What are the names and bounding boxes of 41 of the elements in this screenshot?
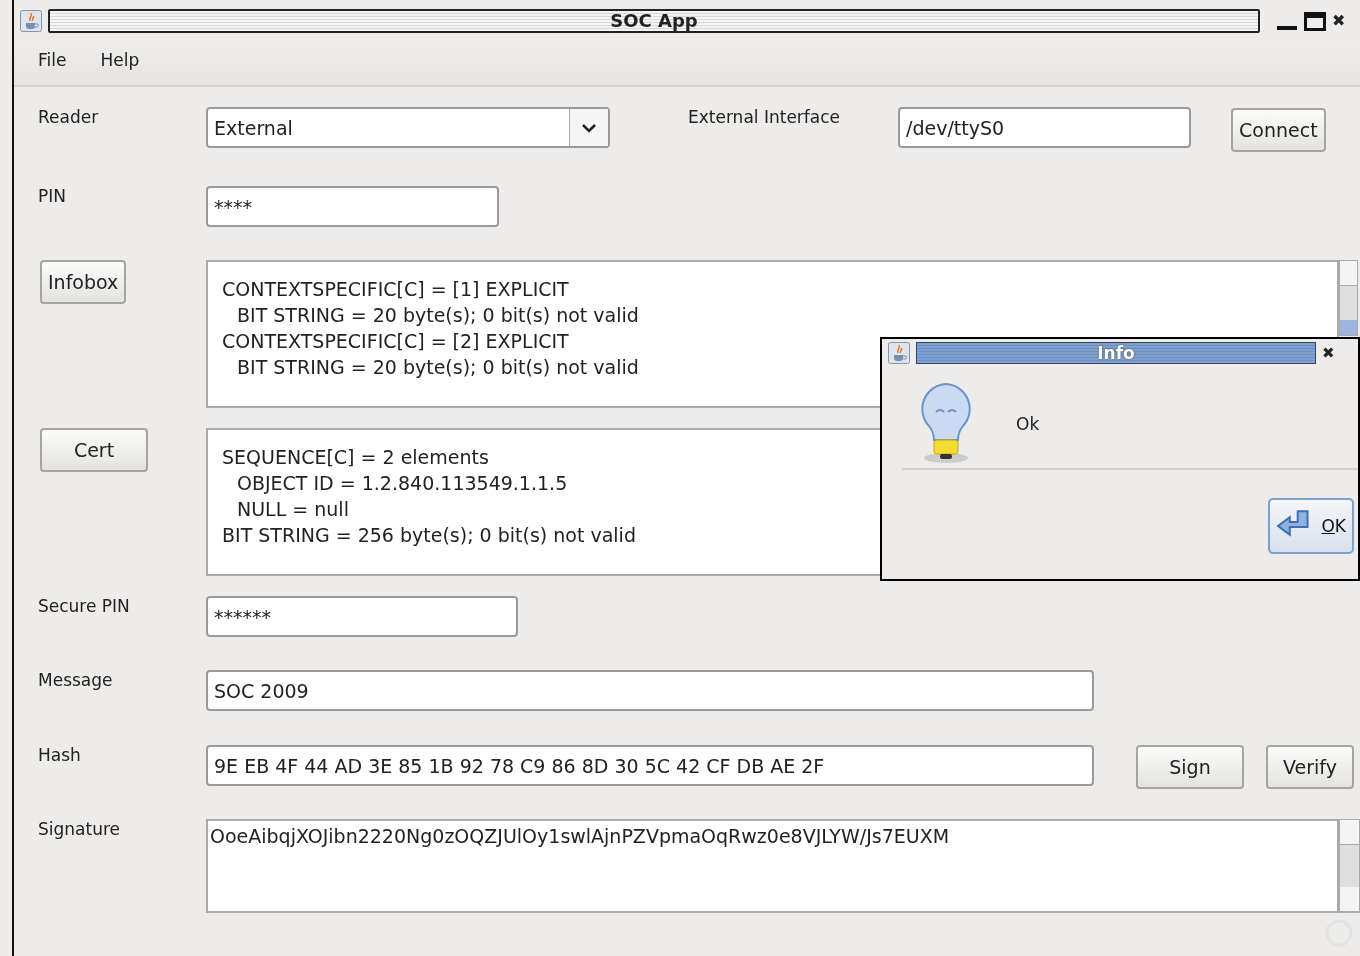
field-label: Reader — [38, 107, 99, 127]
tree-line: OBJECT ID = 1.2.840.113549.1.1.5 — [236, 471, 568, 496]
field-label: Hash — [38, 745, 81, 765]
cert-button[interactable]: Cert — [40, 428, 148, 472]
java-icon[interactable] — [20, 10, 42, 32]
field-label: Secure PIN — [38, 596, 130, 616]
dropdown[interactable]: External — [206, 107, 610, 148]
lightbulb-icon — [918, 382, 974, 466]
connect-button[interactable]: Connect — [1231, 108, 1326, 152]
input-field[interactable]: 9E EB 4F 44 AD 3E 85 1B 92 78 C9 86 8D 30 5C 42 CF DB AE 2F — [206, 745, 1094, 786]
sign-button[interactable]: Sign — [1136, 745, 1244, 789]
vertical-scrollbar[interactable] — [1339, 260, 1358, 336]
tree-line: BIT STRING = 20 byte(s); 0 bit(s) not valid — [236, 303, 639, 328]
tree-line: CONTEXTSPECIFIC[C] = [1] EXPLICIT — [222, 277, 569, 302]
verify-button[interactable]: Verify — [1266, 745, 1354, 789]
chevron-down-icon — [581, 122, 597, 133]
tree-line: BIT STRING = 20 byte(s); 0 bit(s) not valid — [236, 355, 639, 380]
maximize-icon[interactable] — [1304, 11, 1326, 31]
pin-field[interactable]: ****** — [206, 596, 518, 637]
tree-line: BIT STRING = 256 byte(s); 0 bit(s) not valid — [222, 523, 636, 548]
close-icon[interactable]: ✖ — [1322, 343, 1335, 363]
input-field[interactable]: SOC 2009 — [206, 670, 1094, 711]
window-title: SOC App — [48, 9, 1260, 33]
field-label: Message — [38, 670, 113, 690]
field-label: External Interface — [688, 107, 841, 127]
text-area[interactable]: OoeAibqjXOJibn2220Ng0zOQZJUlOy1swlAjnPZVpmaOqRwz0e8VJLYW/Js7EUXM — [206, 819, 1339, 913]
field-label: Signature — [38, 819, 120, 839]
vertical-scrollbar[interactable] — [1339, 819, 1360, 913]
field-label: PIN — [38, 186, 66, 206]
java-icon[interactable] — [888, 342, 910, 364]
close-icon[interactable]: ✖ — [1332, 11, 1346, 31]
infobox-button[interactable]: Infobox — [40, 260, 127, 304]
tree-line: CONTEXTSPECIFIC[C] = [2] EXPLICIT — [222, 329, 569, 354]
pin-field[interactable]: **** — [206, 186, 499, 227]
tree-line: NULL = null — [236, 497, 349, 522]
ok-button[interactable]: OK — [1268, 498, 1354, 554]
menu-item[interactable]: File — [38, 50, 67, 85]
dialog-title: Info — [916, 342, 1316, 364]
menu-item[interactable]: Help — [100, 50, 140, 85]
tree-line: SEQUENCE[C] = 2 elements — [222, 445, 489, 470]
input-field[interactable]: /dev/ttyS0 — [898, 107, 1192, 148]
